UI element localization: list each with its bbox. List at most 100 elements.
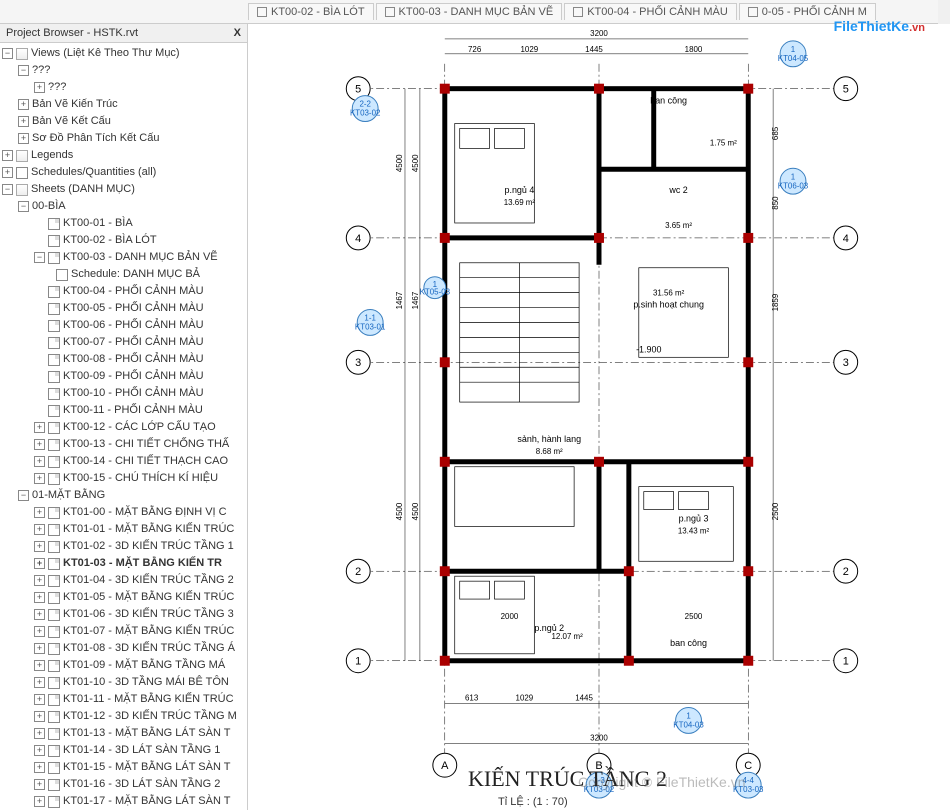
view-tab[interactable]: KT00-04 - PHỐI CẢNH MÀU: [564, 3, 737, 20]
svg-text:4: 4: [355, 233, 361, 245]
expand-icon[interactable]: +: [34, 694, 45, 705]
expand-icon[interactable]: +: [34, 677, 45, 688]
expand-icon[interactable]: +: [34, 575, 45, 586]
collapse-icon[interactable]: −: [18, 65, 29, 76]
expand-icon[interactable]: +: [34, 473, 45, 484]
expand-icon[interactable]: +: [34, 558, 45, 569]
tree-sheet-item[interactable]: KT00-08 - PHỐI CẢNH MÀU: [0, 351, 247, 368]
tree-node[interactable]: +Sơ Đồ Phân Tích Kết Cấu: [0, 130, 247, 147]
expand-icon[interactable]: +: [34, 643, 45, 654]
tree-sheet-item[interactable]: +KT01-05 - MẶT BẰNG KIẾN TRÚC: [0, 589, 247, 606]
tree-sheet-item[interactable]: +KT01-04 - 3D KIẾN TRÚC TẦNG 2: [0, 572, 247, 589]
expand-icon[interactable]: +: [34, 609, 45, 620]
project-browser-title[interactable]: Project Browser - HSTK.rvt X: [0, 24, 247, 43]
tree-sheet-item[interactable]: −KT00-03 - DANH MỤC BẢN VẼ: [0, 249, 247, 266]
tree-sheet-item[interactable]: +KT01-06 - 3D KIẾN TRÚC TẦNG 3: [0, 606, 247, 623]
expand-icon[interactable]: +: [18, 116, 29, 127]
tree-sheet-item[interactable]: +KT00-12 - CÁC LỚP CẤU TẠO: [0, 419, 247, 436]
expand-icon[interactable]: +: [34, 626, 45, 637]
project-browser-tree: −Views (Liệt Kê Theo Thư Mục) −??? +??? …: [0, 43, 247, 810]
tree-sheet-item[interactable]: KT00-01 - BÌA: [0, 215, 247, 232]
tree-sheet-item[interactable]: + KT01-07 - MẶT BẰNG KIẾN TRÚC: [0, 623, 247, 640]
tree-sheet-item[interactable]: KT00-07 - PHỐI CẢNH MÀU: [0, 334, 247, 351]
tree-sheet-item[interactable]: +KT01-15 - MẶT BẰNG LÁT SÀN T: [0, 759, 247, 776]
expand-icon[interactable]: +: [18, 99, 29, 110]
expand-icon[interactable]: +: [34, 762, 45, 773]
view-tab[interactable]: KT00-03 - DANH MỤC BẢN VẼ: [376, 3, 563, 20]
expand-icon[interactable]: +: [34, 779, 45, 790]
tree-node[interactable]: −???: [0, 62, 247, 79]
expand-icon[interactable]: +: [34, 524, 45, 535]
expand-icon[interactable]: +: [34, 456, 45, 467]
close-icon[interactable]: X: [234, 27, 241, 39]
tree-node-sheets[interactable]: −Sheets (DANH MỤC): [0, 181, 247, 198]
svg-text:1: 1: [355, 656, 361, 668]
collapse-icon[interactable]: −: [2, 48, 13, 59]
drawing-canvas[interactable]: 1122334455ABC 1-1KT03-01 2-2KT03-02 1KT0…: [248, 24, 950, 810]
sheet-icon: [48, 524, 60, 536]
tree-sheet-item[interactable]: +KT00-14 - CHI TIẾT THẠCH CAO: [0, 453, 247, 470]
collapse-icon[interactable]: −: [18, 201, 29, 212]
tree-sheet-item[interactable]: KT00-09 - PHỐI CẢNH MÀU: [0, 368, 247, 385]
expand-icon[interactable]: +: [34, 796, 45, 807]
tree-sheet-item[interactable]: +KT01-14 - 3D LÁT SÀN TẦNG 1: [0, 742, 247, 759]
tree-sheet-item[interactable]: +KT01-00 - MẶT BẰNG ĐỊNH VỊ C: [0, 504, 247, 521]
sheet-label: KT01-16 - 3D LÁT SÀN TẦNG 2: [63, 777, 220, 792]
expand-icon[interactable]: +: [34, 745, 45, 756]
sheet-label: KT01-07 - MẶT BẰNG KIẾN TRÚC: [63, 624, 234, 639]
tree-sheet-item[interactable]: +KT01-08 - 3D KIẾN TRÚC TẦNG Á: [0, 640, 247, 657]
tree-sheet-item[interactable]: +KT01-10 - 3D TẦNG MÁI BÊ TÔN: [0, 674, 247, 691]
tree-node-views[interactable]: −Views (Liệt Kê Theo Thư Mục): [0, 45, 247, 62]
svg-text:p.ngủ 4: p.ngủ 4: [504, 185, 534, 195]
view-tab[interactable]: KT00-02 - BÌA LÓT: [248, 3, 374, 20]
collapse-icon[interactable]: −: [34, 252, 45, 263]
collapse-icon[interactable]: −: [2, 184, 13, 195]
tree-node[interactable]: −00-BÌA: [0, 198, 247, 215]
tree-sheet-item[interactable]: KT00-11 - PHỐI CẢNH MÀU: [0, 402, 247, 419]
expand-icon[interactable]: +: [34, 439, 45, 450]
drawing-scale: Tỉ LỆ : (1 : 70): [498, 796, 568, 808]
tree-sheet-item[interactable]: +KT01-01 - MẶT BẰNG KIẾN TRÚC: [0, 521, 247, 538]
tree-sheet-item[interactable]: +KT00-13 - CHI TIẾT CHỐNG THẤ: [0, 436, 247, 453]
svg-text:ban công: ban công: [650, 96, 687, 106]
tree-sheet-item[interactable]: +KT01-13 - MẶT BẰNG LÁT SÀN T: [0, 725, 247, 742]
expand-icon[interactable]: +: [34, 711, 45, 722]
tree-sheet-item[interactable]: +KT01-02 - 3D KIẾN TRÚC TẦNG 1: [0, 538, 247, 555]
tree-sheet-item[interactable]: +KT00-15 - CHÚ THÍCH KÍ HIỆU: [0, 470, 247, 487]
tree-schedule-item[interactable]: Schedule: DANH MỤC BẢ: [0, 266, 247, 283]
tree-sheet-item[interactable]: +KT01-09 - MẶT BẰNG TẦNG MÁ: [0, 657, 247, 674]
expand-icon[interactable]: +: [18, 133, 29, 144]
expand-icon[interactable]: +: [34, 660, 45, 671]
tree-node[interactable]: +Bản Vẽ Kiến Trúc: [0, 96, 247, 113]
expand-icon[interactable]: +: [34, 592, 45, 603]
tree-sheet-item[interactable]: KT00-10 - PHỐI CẢNH MÀU: [0, 385, 247, 402]
expand-icon[interactable]: +: [34, 728, 45, 739]
expand-icon[interactable]: +: [34, 541, 45, 552]
expand-icon[interactable]: +: [2, 150, 13, 161]
expand-icon[interactable]: +: [34, 82, 45, 93]
tree-sheet-item[interactable]: KT00-04 - PHỐI CẢNH MÀU: [0, 283, 247, 300]
expand-icon[interactable]: +: [34, 507, 45, 518]
tree-node-schedules[interactable]: +Schedules/Quantities (all): [0, 164, 247, 181]
sheet-icon: [48, 405, 60, 417]
tree-node[interactable]: −01-MẶT BẰNG: [0, 487, 247, 504]
collapse-icon[interactable]: −: [18, 490, 29, 501]
tree-node-legends[interactable]: +Legends: [0, 147, 247, 164]
svg-text:1029: 1029: [516, 694, 534, 703]
sheet-icon: [257, 7, 267, 17]
tree-sheet-item[interactable]: + KT01-16 - 3D LÁT SÀN TẦNG 2: [0, 776, 247, 793]
tree-sheet-item[interactable]: +KT01-03 - MẶT BẰNG KIẾN TR: [0, 555, 247, 572]
svg-text:1859: 1859: [771, 293, 780, 311]
tree-sheet-item[interactable]: KT00-02 - BÌA LÓT: [0, 232, 247, 249]
tree-sheet-item[interactable]: KT00-06 - PHỐI CẢNH MÀU: [0, 317, 247, 334]
expand-icon[interactable]: +: [2, 167, 13, 178]
sheet-icon: [48, 694, 60, 706]
expand-icon[interactable]: +: [34, 422, 45, 433]
tree-sheet-item[interactable]: +KT01-17 - MẶT BẰNG LÁT SÀN T: [0, 793, 247, 810]
tree-sheet-item[interactable]: +KT01-11 - MẶT BẰNG KIẾN TRÚC: [0, 691, 247, 708]
tree-sheet-item[interactable]: +KT01-12 - 3D KIẾN TRÚC TẦNG M: [0, 708, 247, 725]
tree-node[interactable]: +Bản Vẽ Kết Cấu: [0, 113, 247, 130]
tree-node[interactable]: +???: [0, 79, 247, 96]
svg-text:A: A: [441, 760, 449, 772]
tree-sheet-item[interactable]: KT00-05 - PHỐI CẢNH MÀU: [0, 300, 247, 317]
